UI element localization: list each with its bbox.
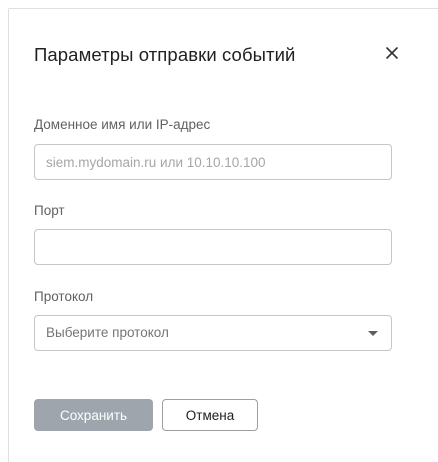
protocol-select-value: Выберите протокол (46, 325, 169, 340)
port-label: Порт (34, 203, 65, 218)
dialog-title: Параметры отправки событий (34, 44, 296, 65)
host-input[interactable] (34, 144, 392, 180)
protocol-label: Протокол (34, 289, 94, 304)
chevron-down-icon (368, 331, 378, 336)
cancel-button[interactable]: Отмена (162, 399, 258, 431)
port-input[interactable] (34, 229, 392, 265)
protocol-select[interactable]: Выберите протокол (34, 315, 392, 351)
close-icon[interactable] (382, 43, 402, 63)
save-button[interactable]: Сохранить (34, 399, 153, 431)
host-label: Доменное имя или IP-адрес (34, 117, 211, 132)
